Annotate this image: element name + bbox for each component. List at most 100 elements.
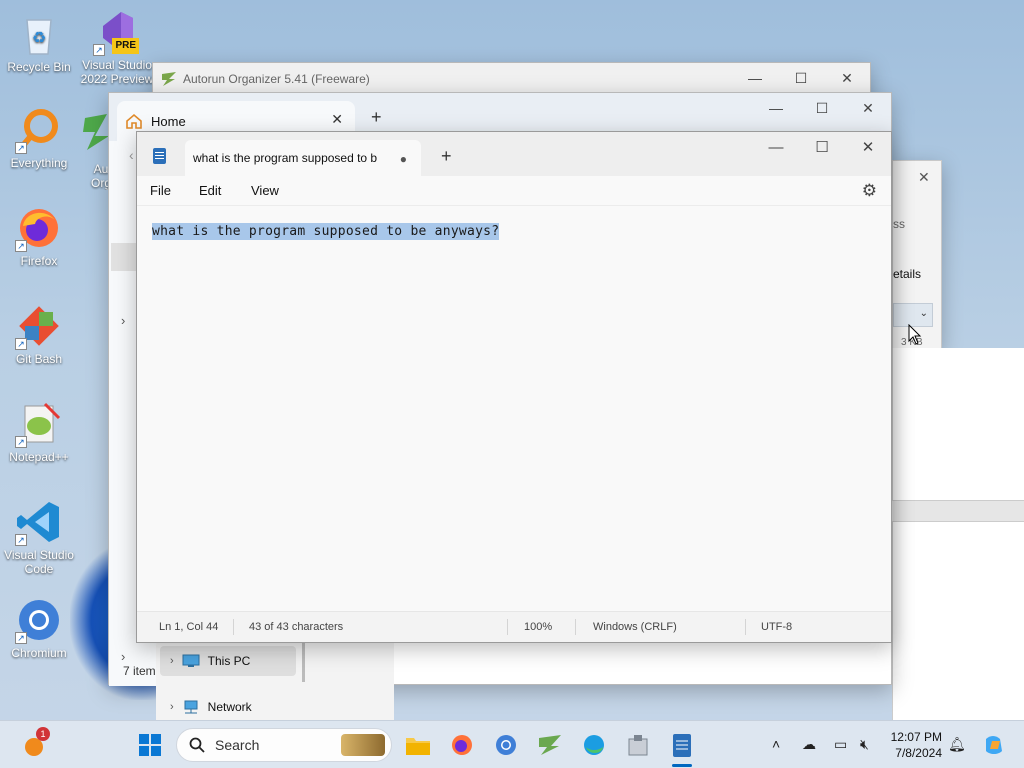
selected-text[interactable]: what is the program supposed to be anywa…	[152, 223, 500, 240]
autorun-organizer-icon	[539, 735, 561, 755]
copilot-button[interactable]	[980, 731, 1008, 759]
taskbar-file-explorer[interactable]	[404, 731, 432, 759]
desktop-icon-recycle-bin[interactable]: ♻ Recycle Bin	[0, 10, 78, 74]
nav-item-this-pc[interactable]: › This PC	[160, 646, 296, 676]
desktop-icon-git-bash[interactable]: ↗ Git Bash	[0, 302, 78, 366]
firefox-icon	[452, 735, 472, 755]
back-arrow-icon[interactable]: ‹	[129, 147, 134, 163]
taskbar-chromium[interactable]	[492, 731, 520, 759]
chevron-up-icon[interactable]: ˄	[772, 736, 780, 752]
divider	[575, 619, 576, 635]
svg-text:♻: ♻	[32, 30, 46, 47]
edge-icon	[584, 735, 604, 755]
close-icon[interactable]: ✕	[918, 169, 930, 186]
taskbar-edge[interactable]	[580, 731, 608, 759]
menu-view[interactable]: View	[251, 183, 279, 198]
autorun-details-pane	[892, 348, 1024, 720]
volume-muted-icon[interactable]: 🔇︎	[860, 736, 869, 753]
minimize-button[interactable]: —	[732, 63, 778, 93]
nav-item-network[interactable]: › Network	[160, 692, 296, 722]
taskbar-autorun-organizer[interactable]	[536, 731, 564, 759]
windows-logo-icon	[139, 734, 161, 756]
autorun-partial-text: ss	[893, 217, 905, 231]
copilot-icon	[986, 736, 1002, 754]
chevron-down-icon: ⌄	[919, 308, 928, 319]
desktop-icon-firefox[interactable]: ↗ Firefox	[0, 204, 78, 268]
notepad-icon	[673, 734, 691, 757]
close-button[interactable]: ✕	[845, 93, 891, 123]
desktop-icon-label: Firefox	[20, 254, 58, 268]
line-ending[interactable]: Windows (CRLF)	[593, 621, 677, 633]
bell-icon[interactable]: 🔔︎	[948, 736, 966, 753]
display-icon[interactable]: ▭	[834, 736, 847, 753]
clock-time: 12:07 PM	[890, 730, 942, 744]
new-tab-button[interactable]: +	[371, 107, 382, 128]
start-button[interactable]	[136, 731, 164, 759]
notification-badge: 1	[36, 727, 50, 741]
desktop-icon-visual-studio-preview[interactable]: PRE ↗ Visual Studio 2022 Preview	[78, 8, 156, 86]
close-tab-icon[interactable]: ✕	[331, 111, 343, 128]
taskbar-app-installer[interactable]	[624, 731, 652, 759]
desktop-icon-notepad-plus-plus[interactable]: ↗ Notepad++	[0, 400, 78, 464]
chevron-right-icon: ›	[170, 701, 174, 713]
desktop-icon-everything[interactable]: ↗ Everything	[0, 106, 78, 170]
close-button[interactable]: ✕	[845, 132, 891, 162]
git-bash-icon: ↗	[15, 302, 63, 350]
desktop-icon-label: Notepad++	[9, 450, 69, 464]
close-button[interactable]: ✕	[824, 63, 870, 93]
menu-file[interactable]: File	[150, 183, 171, 198]
autorun-organizer-icon	[81, 112, 111, 160]
maximize-button[interactable]: ☐	[778, 63, 824, 93]
autorun-partial-text: etails	[893, 267, 922, 281]
copilot-notification-button[interactable]: 1	[20, 727, 50, 759]
cursor-position: Ln 1, Col 44	[159, 621, 219, 633]
menu-bar: File Edit View ⚙	[137, 176, 891, 206]
gear-icon[interactable]: ⚙	[862, 181, 877, 201]
shortcut-arrow-icon: ↗	[15, 338, 27, 350]
mouse-cursor-icon	[908, 324, 922, 345]
firefox-icon: ↗	[15, 204, 63, 252]
nav-item-label: This PC	[207, 654, 251, 668]
search-placeholder: Search	[215, 737, 260, 753]
tab-label: what is the program supposed to b	[193, 151, 378, 165]
divider	[745, 619, 746, 635]
shortcut-arrow-icon: ↗	[15, 436, 27, 448]
notepad-window: what is the program supposed to b ● + — …	[136, 131, 892, 643]
desktop-icon-vscode[interactable]: ↗ Visual Studio Code	[0, 498, 78, 576]
taskbar-firefox[interactable]	[448, 731, 476, 759]
minimize-button[interactable]: —	[753, 93, 799, 123]
taskbar-search-box[interactable]: Search	[176, 728, 392, 762]
notepad-plus-plus-icon: ↗	[15, 400, 63, 448]
shortcut-arrow-icon: ↗	[93, 44, 105, 56]
autorun-logo-icon	[162, 72, 176, 86]
unsaved-dot-icon[interactable]: ●	[400, 152, 407, 166]
chevron-right-icon[interactable]: ›	[121, 649, 125, 664]
chevron-right-icon[interactable]: ›	[121, 313, 125, 328]
network-icon	[184, 700, 198, 714]
onedrive-icon[interactable]: ☁	[802, 736, 816, 753]
vscode-icon: ↗	[15, 498, 63, 546]
shortcut-arrow-icon: ↗	[15, 240, 27, 252]
home-icon	[126, 113, 142, 129]
search-highlight-image	[341, 734, 385, 756]
menu-edit[interactable]: Edit	[199, 183, 221, 198]
zoom-level[interactable]: 100%	[524, 621, 552, 633]
maximize-button[interactable]: ☐	[799, 132, 845, 162]
taskbar: 1 Search ˄ ☁ ▭ 🔇︎ 12:07 PM 7/8/2024 🔔︎	[0, 720, 1024, 768]
package-icon	[628, 735, 648, 756]
desktop-icon-chromium[interactable]: ↗ Chromium	[0, 596, 78, 660]
autorun-splitter-bar[interactable]	[892, 500, 1024, 522]
tab-document[interactable]: what is the program supposed to b ●	[185, 140, 421, 176]
notepad-app-icon	[153, 148, 166, 164]
taskbar-notepad[interactable]	[668, 731, 696, 767]
minimize-button[interactable]: —	[753, 132, 799, 162]
new-tab-button[interactable]: +	[441, 146, 452, 167]
text-editor[interactable]: what is the program supposed to be anywa…	[137, 206, 891, 611]
visual-studio-icon: PRE ↗	[93, 8, 141, 56]
explorer-nav-tree: › This PC › Network	[156, 642, 394, 720]
maximize-button[interactable]: ☐	[799, 93, 845, 123]
search-icon	[189, 737, 205, 753]
nav-scrollbar[interactable]	[302, 642, 305, 682]
system-clock[interactable]: 12:07 PM 7/8/2024	[880, 729, 942, 761]
encoding[interactable]: UTF-8	[761, 621, 792, 633]
